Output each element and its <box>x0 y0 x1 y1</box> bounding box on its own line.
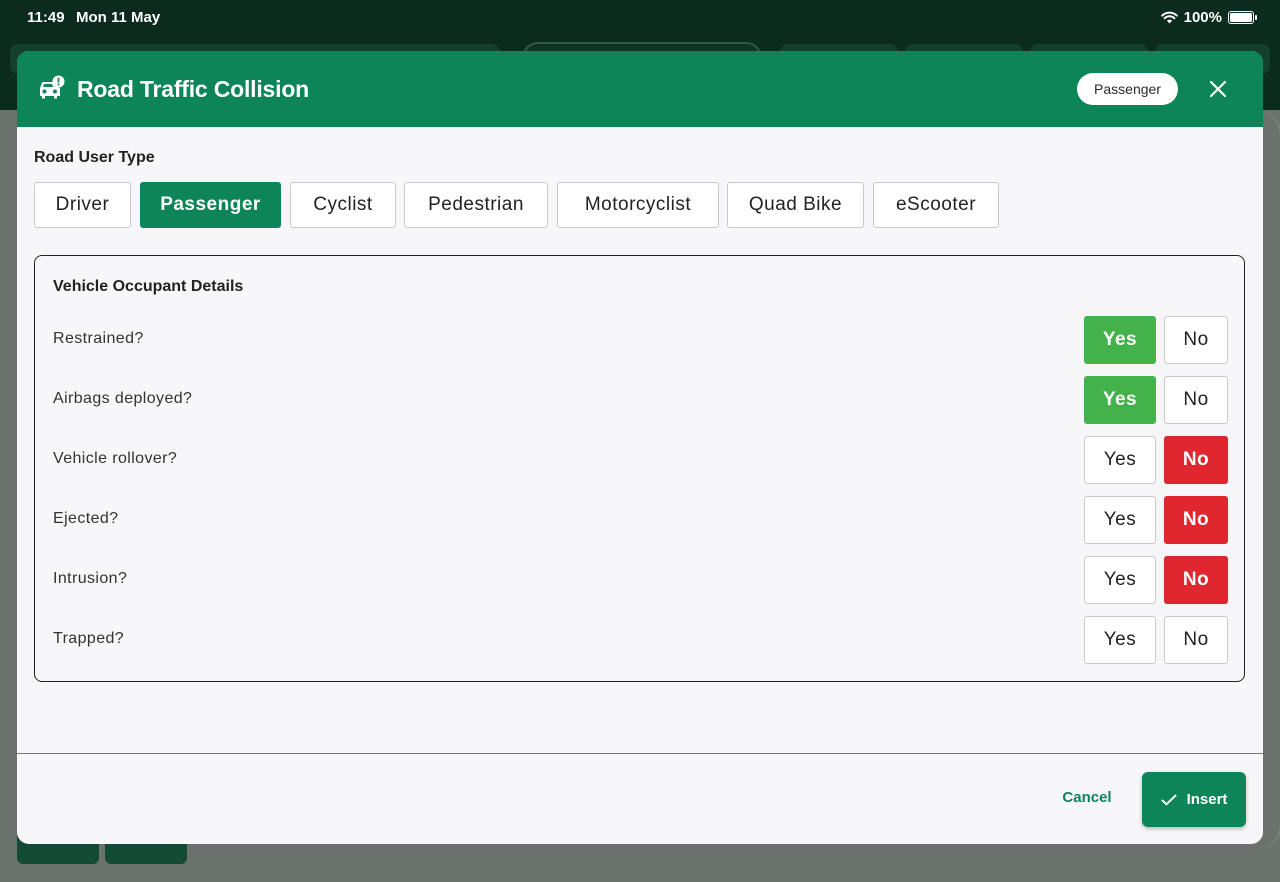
road-user-option-pedestrian[interactable]: Pedestrian <box>404 182 548 228</box>
panel-title: Vehicle Occupant Details <box>53 278 244 295</box>
road-user-type-label: Road User Type <box>34 149 155 166</box>
car-alert-icon <box>40 75 65 99</box>
dialog-header: Road Traffic Collision Passenger <box>17 51 1263 127</box>
no-button[interactable]: No <box>1164 436 1228 484</box>
question-label: Restrained? <box>53 330 144 347</box>
footer-divider <box>17 753 1263 754</box>
question-row: Intrusion? Yes No <box>35 556 1244 604</box>
road-user-option-cyclist[interactable]: Cyclist <box>290 182 396 228</box>
no-button[interactable]: No <box>1164 556 1228 604</box>
close-icon[interactable] <box>1206 77 1230 101</box>
status-date: Mon 11 May <box>76 9 161 26</box>
road-user-chip[interactable]: Passenger <box>1077 73 1178 105</box>
question-row: Ejected? Yes No <box>35 496 1244 544</box>
check-icon <box>1161 794 1177 805</box>
wifi-icon <box>1160 11 1178 24</box>
insert-label: Insert <box>1186 791 1228 808</box>
status-indicators: 100% <box>1160 9 1257 26</box>
yes-button[interactable]: Yes <box>1084 376 1156 424</box>
question-row: Vehicle rollover? Yes No <box>35 436 1244 484</box>
battery-icon <box>1228 11 1257 24</box>
question-row: Restrained? Yes No <box>35 316 1244 364</box>
yes-button[interactable]: Yes <box>1084 436 1156 484</box>
question-label: Vehicle rollover? <box>53 450 178 467</box>
vehicle-occupant-panel: Vehicle Occupant Details Restrained? Yes… <box>34 255 1245 682</box>
status-time: 11:49 <box>27 9 65 26</box>
road-user-option-driver[interactable]: Driver <box>34 182 131 228</box>
no-button[interactable]: No <box>1164 616 1228 664</box>
road-traffic-collision-dialog: Road Traffic Collision Passenger Road Us… <box>17 51 1263 844</box>
yes-button[interactable]: Yes <box>1084 496 1156 544</box>
road-user-option-passenger[interactable]: Passenger <box>140 182 281 228</box>
dialog-title: Road Traffic Collision <box>77 76 310 102</box>
yes-button[interactable]: Yes <box>1084 616 1156 664</box>
cancel-button[interactable]: Cancel <box>1049 789 1125 809</box>
road-user-option-quad-bike[interactable]: Quad Bike <box>727 182 864 228</box>
yes-button[interactable]: Yes <box>1084 316 1156 364</box>
road-user-option-motorcyclist[interactable]: Motorcyclist <box>557 182 719 228</box>
question-label: Intrusion? <box>53 570 128 587</box>
insert-button[interactable]: Insert <box>1142 772 1246 827</box>
question-label: Ejected? <box>53 510 119 527</box>
no-button[interactable]: No <box>1164 496 1228 544</box>
yes-button[interactable]: Yes <box>1084 556 1156 604</box>
question-row: Trapped? Yes No <box>35 616 1244 664</box>
question-label: Airbags deployed? <box>53 390 193 407</box>
status-bar: 11:49 Mon 11 May 100% <box>0 0 1280 34</box>
no-button[interactable]: No <box>1164 316 1228 364</box>
question-row: Airbags deployed? Yes No <box>35 376 1244 424</box>
no-button[interactable]: No <box>1164 376 1228 424</box>
road-user-option-escooter[interactable]: eScooter <box>873 182 999 228</box>
question-label: Trapped? <box>53 630 125 647</box>
battery-percent: 100% <box>1183 9 1222 26</box>
